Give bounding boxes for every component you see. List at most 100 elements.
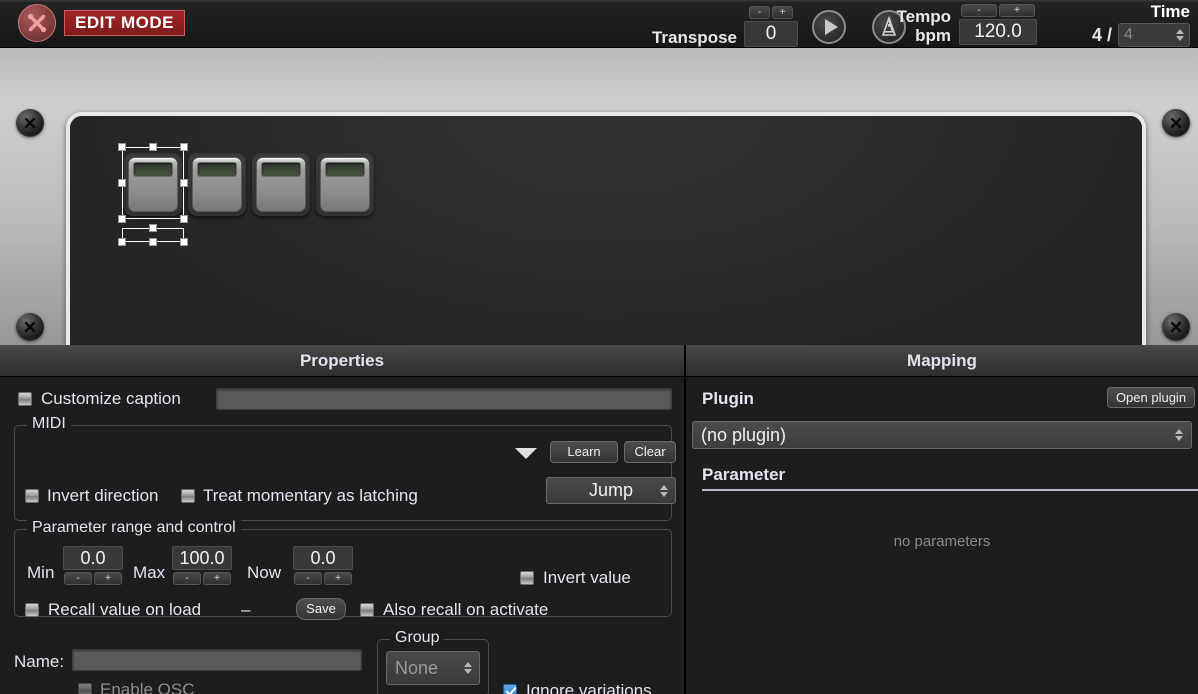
- play-icon: [824, 19, 838, 35]
- tempo-value-field[interactable]: 120.0: [959, 19, 1037, 45]
- invert-value-checkbox[interactable]: [520, 570, 534, 585]
- pedal-lcd-display: [197, 162, 237, 177]
- tempo-group: Tempo bpm - + 120.0: [897, 4, 1037, 45]
- max-minus-button[interactable]: -: [173, 572, 201, 585]
- metal-surround: [0, 48, 1198, 382]
- transpose-label: Transpose: [651, 28, 737, 47]
- transpose-minus-button[interactable]: -: [749, 6, 770, 19]
- max-label: Max: [133, 563, 166, 582]
- group-select[interactable]: None: [386, 651, 480, 685]
- max-stepper[interactable]: 100.0 - +: [172, 546, 232, 585]
- time-denominator-select[interactable]: 4: [1118, 23, 1190, 47]
- tempo-minus-button[interactable]: -: [961, 4, 997, 17]
- ignore-variations-checkbox[interactable]: [503, 683, 517, 694]
- transpose-group: Transpose - + 0: [652, 6, 798, 47]
- customize-caption-checkbox[interactable]: [18, 391, 32, 406]
- now-plus-button[interactable]: +: [324, 572, 352, 585]
- open-plugin-button[interactable]: Open plugin: [1107, 387, 1195, 408]
- also-recall-row[interactable]: Also recall on activate: [360, 600, 548, 619]
- time-signature-group: Time 4 / 4: [1092, 2, 1190, 47]
- recall-on-load-checkbox[interactable]: [25, 602, 39, 617]
- pedal-body: [192, 157, 242, 212]
- selection-handle-s[interactable]: [149, 224, 157, 232]
- chevron-updown-icon: [660, 484, 668, 497]
- pedal-widget-4[interactable]: [316, 153, 374, 216]
- invert-direction-label: Invert direction: [47, 486, 159, 505]
- max-plus-button[interactable]: +: [203, 572, 231, 585]
- time-numerator: 4 /: [1091, 24, 1112, 45]
- top-toolbar: EDIT MODE Transpose - + 0 Tempo bpm - + …: [0, 0, 1198, 48]
- edit-mode-label[interactable]: EDIT MODE: [64, 10, 185, 36]
- min-minus-button[interactable]: -: [64, 572, 92, 585]
- selection-handle-ne[interactable]: [180, 143, 188, 151]
- pedal-widget-3[interactable]: [252, 153, 310, 216]
- pedalboard-canvas-surface[interactable]: [70, 116, 1142, 378]
- treat-momentary-row[interactable]: Treat momentary as latching: [181, 486, 418, 505]
- enable-osc-label: Enable OSC: [100, 680, 195, 694]
- min-plus-button[interactable]: +: [94, 572, 122, 585]
- parameter-label: Parameter: [702, 465, 786, 484]
- now-stepper[interactable]: 0.0 - +: [293, 546, 353, 585]
- selection-handle-w[interactable]: [118, 179, 126, 187]
- name-input[interactable]: [72, 649, 362, 671]
- no-parameters-text: no parameters: [893, 533, 991, 550]
- pedal-body: [320, 157, 370, 212]
- plugin-value: (no plugin): [701, 424, 787, 445]
- properties-body: Customize caption MIDI Learn Clear Inver…: [0, 377, 684, 694]
- selection-handle-nw[interactable]: [118, 143, 126, 151]
- recall-on-load-label: Recall value on load: [48, 600, 202, 619]
- group-value: None: [395, 657, 439, 678]
- enable-osc-checkbox[interactable]: [78, 682, 92, 694]
- customize-caption-label: Customize caption: [41, 389, 181, 408]
- ignore-variations-row[interactable]: Ignore variations: [503, 681, 652, 694]
- chevron-updown-icon: [464, 662, 472, 674]
- invert-direction-row[interactable]: Invert direction: [25, 486, 159, 505]
- edit-mode-group[interactable]: EDIT MODE: [18, 4, 185, 42]
- enable-osc-row[interactable]: Enable OSC: [78, 680, 195, 694]
- invert-value-row[interactable]: Invert value: [520, 568, 631, 587]
- treat-momentary-checkbox[interactable]: [181, 488, 195, 503]
- now-value-field[interactable]: 0.0: [293, 546, 353, 570]
- selection-handle-bottom-left[interactable]: [118, 238, 126, 246]
- pedal-widget-2[interactable]: [188, 153, 246, 216]
- max-value-field[interactable]: 100.0: [172, 546, 232, 570]
- group-groupbox: Group None: [377, 629, 489, 694]
- tempo-plus-button[interactable]: +: [999, 4, 1035, 17]
- save-button[interactable]: Save: [296, 598, 346, 620]
- screw-top-right-icon: [1162, 109, 1190, 137]
- now-minus-button[interactable]: -: [294, 572, 322, 585]
- midi-learn-button[interactable]: Learn: [550, 441, 618, 463]
- mapping-title: Mapping: [686, 345, 1198, 377]
- also-recall-checkbox[interactable]: [360, 602, 374, 617]
- midi-mode-value: Jump: [588, 480, 633, 500]
- mapping-body: Plugin Open plugin (no plugin) Parameter…: [686, 377, 1198, 694]
- transpose-plus-button[interactable]: +: [772, 6, 793, 19]
- midi-mode-select[interactable]: Jump: [546, 477, 676, 504]
- midi-clear-button[interactable]: Clear: [624, 441, 676, 463]
- midi-caret-down-icon[interactable]: [515, 448, 537, 459]
- selection-handle-bottom-right[interactable]: [180, 238, 188, 246]
- invert-value-label: Invert value: [543, 568, 631, 587]
- selection-handle-bottom-mid[interactable]: [149, 238, 157, 246]
- also-recall-label: Also recall on activate: [383, 600, 549, 619]
- plugin-label: Plugin: [702, 389, 754, 408]
- properties-panel: Properties Customize caption MIDI Learn …: [0, 345, 686, 694]
- wrench-cross-icon[interactable]: [18, 4, 56, 42]
- pedalboard-canvas[interactable]: [66, 112, 1146, 382]
- min-stepper[interactable]: 0.0 - +: [63, 546, 123, 585]
- play-button[interactable]: [812, 10, 846, 44]
- midi-groupbox: MIDI Learn Clear Invert direction Treat …: [14, 415, 676, 521]
- plugin-select[interactable]: (no plugin): [692, 421, 1192, 449]
- invert-direction-checkbox[interactable]: [25, 488, 39, 503]
- transpose-value-field[interactable]: 0: [744, 21, 798, 47]
- min-value-field[interactable]: 0.0: [63, 546, 123, 570]
- caption-input[interactable]: [216, 388, 672, 410]
- selection-handle-n[interactable]: [149, 143, 157, 151]
- customize-caption-row[interactable]: Customize caption: [18, 389, 181, 408]
- treat-momentary-label: Treat momentary as latching: [203, 486, 418, 505]
- selection-handle-se[interactable]: [180, 215, 188, 223]
- selection-handle-sw[interactable]: [118, 215, 126, 223]
- recall-on-load-row[interactable]: Recall value on load: [25, 600, 201, 619]
- selection-handle-e[interactable]: [180, 179, 188, 187]
- parameter-range-groupbox: Parameter range and control Min 0.0 - + …: [14, 519, 672, 620]
